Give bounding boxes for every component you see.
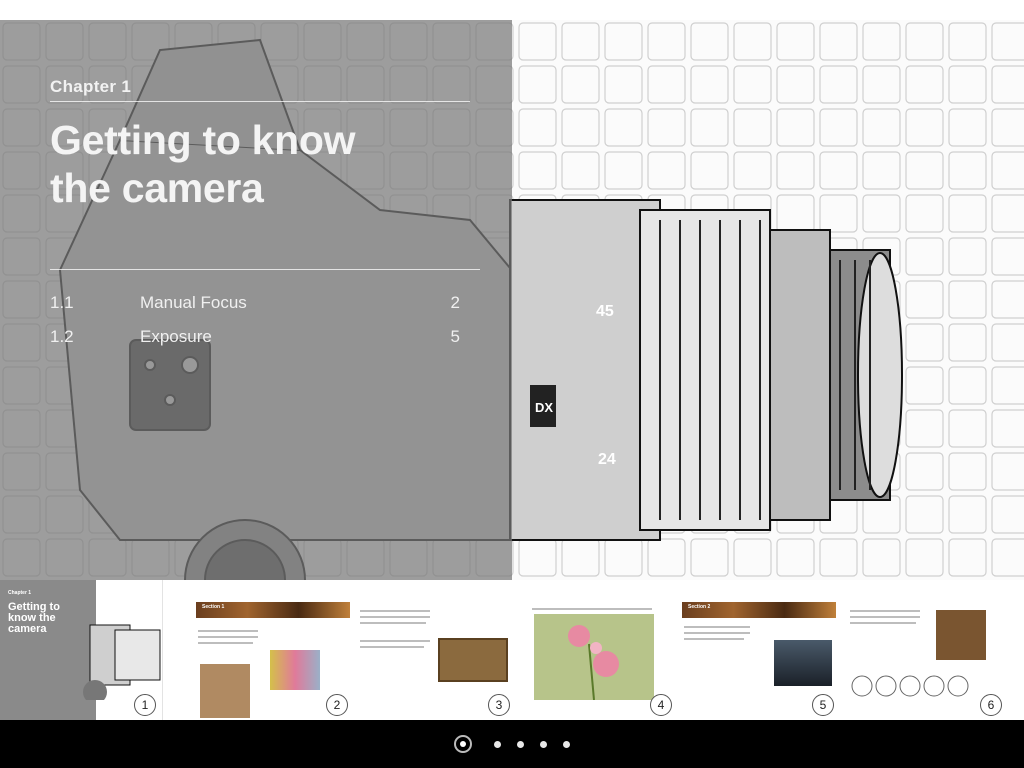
page-number-badge: 2 — [326, 694, 348, 716]
page-dot[interactable] — [494, 740, 501, 748]
thumbnail-page-6[interactable]: 6 — [840, 580, 1024, 720]
page-thumbnail-strip[interactable]: Chapter 1 Getting to know the camera 1 S… — [0, 580, 1024, 720]
text-line — [850, 622, 916, 624]
text-line — [360, 646, 424, 648]
thumbnail-camera-image — [83, 624, 161, 700]
toc-number: 1.2 — [50, 327, 74, 346]
thumbnail-photo — [270, 650, 320, 690]
page-number-badge: 4 — [650, 694, 672, 716]
aperture-diagram — [851, 675, 969, 697]
chapter-label: Chapter 1 — [50, 77, 132, 96]
chapter-title: Getting to know the camera — [50, 116, 470, 212]
page-dot[interactable] — [540, 740, 547, 748]
thumbnail-chapter-label: Chapter 1 — [8, 590, 32, 596]
chapter-title-line-2: the camera — [50, 165, 264, 211]
text-line — [198, 636, 258, 638]
table-of-contents: 1.1 Manual Focus 2 1.2 Exposure 5 — [50, 290, 460, 358]
text-line — [360, 616, 430, 618]
toc-item-exposure[interactable]: 1.2 Exposure 5 — [50, 324, 460, 358]
chapter-cover-page[interactable]: 45 24 DX Chapter 1 Getting to know the c… — [0, 20, 1024, 600]
thumbnail-page-1[interactable]: Chapter 1 Getting to know the camera 1 — [0, 580, 163, 720]
text-line — [198, 630, 258, 632]
toc-page: 2 — [450, 293, 460, 312]
text-line — [850, 616, 920, 618]
page-indicator-bar — [0, 720, 1024, 768]
text-line — [684, 626, 750, 628]
thumbnail-flower-photo — [534, 614, 654, 700]
text-line — [850, 610, 920, 612]
chapter-title-line-1: Getting to know — [50, 117, 356, 163]
toc-title: Manual Focus — [140, 293, 247, 312]
page-dot[interactable] — [563, 740, 570, 748]
thumbnail-page-4[interactable]: 4 — [516, 580, 679, 720]
text-line — [198, 642, 253, 644]
toc-item-manual-focus[interactable]: 1.1 Manual Focus 2 — [50, 290, 460, 324]
page-number-badge: 1 — [134, 694, 156, 716]
lens-focal-24: 24 — [598, 451, 616, 468]
thumbnail-page-2[interactable]: Section 1 2 — [192, 580, 355, 720]
lens-focal-45: 45 — [596, 303, 614, 320]
text-line — [360, 610, 430, 612]
thumbnail-photo — [200, 664, 250, 718]
divider-top — [50, 101, 470, 102]
section-label: Section 1 — [202, 604, 225, 610]
text-line — [360, 622, 426, 624]
divider-bottom — [50, 269, 480, 270]
thumbnail-page-5[interactable]: Section 2 5 — [678, 580, 841, 720]
section-banner: Section 1 — [196, 602, 350, 618]
page-dots — [0, 720, 1024, 768]
toc-title: Exposure — [140, 327, 212, 346]
page-number-badge: 6 — [980, 694, 1002, 716]
page-number-badge: 3 — [488, 694, 510, 716]
thumbnail-camera-screen — [438, 638, 508, 682]
thumbnail-photo — [774, 640, 832, 686]
toc-number: 1.1 — [50, 293, 74, 312]
text-line — [684, 638, 744, 640]
text-line — [532, 608, 652, 610]
thumbnail-page-3[interactable]: 3 — [354, 580, 517, 720]
page-dot-active[interactable] — [454, 735, 472, 753]
text-line — [360, 640, 430, 642]
toc-page: 5 — [450, 327, 460, 346]
section-label: Section 2 — [688, 604, 711, 610]
lens-dx-label: DX — [535, 400, 553, 415]
section-banner: Section 2 — [682, 602, 836, 618]
text-line — [684, 632, 750, 634]
status-bar — [0, 0, 1024, 20]
page-dot[interactable] — [517, 740, 524, 748]
page-number-badge: 5 — [812, 694, 834, 716]
thumbnail-camera-screen — [936, 610, 986, 660]
